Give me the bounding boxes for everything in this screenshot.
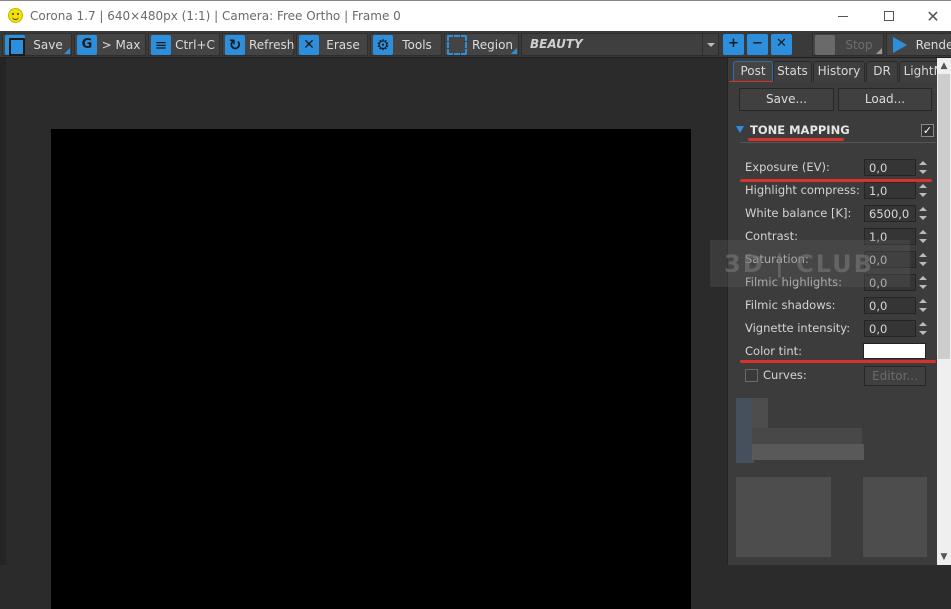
blurred-content: [736, 477, 831, 557]
save-icon: [5, 34, 25, 56]
watermark: 3D | CLUB: [710, 240, 910, 287]
filmic-shadows-input[interactable]: 0,0: [864, 297, 916, 314]
close-button[interactable]: ✕: [910, 1, 951, 31]
close-icon: ✕: [926, 6, 940, 26]
annotation-underline: [748, 138, 844, 141]
erase-button[interactable]: Erase: [296, 33, 368, 56]
exposure-input[interactable]: 0,0: [864, 159, 916, 176]
save-preset-button[interactable]: Save...: [739, 88, 834, 111]
copy-label: Ctrl+C: [175, 37, 215, 52]
max-label: > Max: [101, 37, 141, 52]
play-icon: [889, 35, 909, 55]
saturation-spinner-arrows[interactable]: [918, 251, 928, 268]
collapse-triangle-icon: [736, 126, 744, 133]
tab-dr[interactable]: DR: [866, 61, 898, 82]
zoom-out-button[interactable]: −: [747, 34, 768, 55]
contrast-spinner-arrows[interactable]: [918, 228, 928, 245]
max-icon: [77, 34, 97, 55]
region-button[interactable]: Region: [444, 33, 519, 56]
toolbar: Save > Max Ctrl+C Refresh Erase Tools Re…: [0, 31, 951, 58]
zoom-in-button[interactable]: +: [723, 34, 744, 55]
stop-icon: [815, 34, 835, 55]
blurred-content: [752, 398, 768, 428]
refresh-icon: [225, 34, 245, 55]
chevron-down-icon[interactable]: [702, 34, 718, 55]
refresh-button[interactable]: Refresh: [222, 33, 294, 56]
scroll-down-icon[interactable]: ▼: [939, 552, 949, 562]
color-tint-label: Color tint:: [745, 344, 803, 358]
tab-post[interactable]: Post: [733, 61, 773, 82]
blurred-content: [863, 477, 927, 557]
refresh-label: Refresh: [249, 37, 295, 52]
vignette-intensity-spinner-arrows[interactable]: [918, 320, 928, 337]
annotation-underline: [740, 360, 936, 363]
filmic-shadows-spinner-arrows[interactable]: [918, 297, 928, 314]
curves-editor-button[interactable]: Editor...: [864, 366, 926, 386]
color-tint-swatch[interactable]: [863, 343, 926, 359]
curves-checkbox[interactable]: [745, 369, 758, 382]
tools-button[interactable]: Tools: [370, 33, 442, 56]
filmic-highlights-spinner-arrows[interactable]: [918, 274, 928, 291]
white-balance-label: White balance [K]:: [745, 206, 852, 220]
tab-stats[interactable]: Stats: [773, 61, 812, 82]
window-title: Corona 1.7 | 640×480px (1:1) | Camera: F…: [30, 9, 401, 23]
white-balance-spinner-arrows[interactable]: [918, 205, 928, 222]
smiley-icon: [8, 8, 23, 23]
tone-mapping-header[interactable]: TONE MAPPING: [736, 123, 850, 137]
zoom-fit-icon: ✕: [776, 36, 787, 51]
section-title: TONE MAPPING: [750, 123, 850, 137]
tone-mapping-panel: Save... Load... TONE MAPPING ✓ Exposure …: [728, 82, 938, 565]
copy-button[interactable]: Ctrl+C: [148, 33, 220, 56]
highlight-compress-input[interactable]: 1,0: [864, 182, 916, 199]
vignette-intensity-input[interactable]: 0,0: [864, 320, 916, 337]
highlight-compress-label: Highlight compress:: [745, 183, 860, 197]
filmic-shadows-label: Filmic shadows:: [745, 298, 836, 312]
minimize-icon: [838, 15, 848, 17]
zoom-out-icon: −: [752, 36, 763, 51]
curves-label: Curves:: [763, 368, 807, 382]
white-balance-input[interactable]: 6500,0: [864, 205, 916, 222]
erase-icon: [299, 34, 319, 55]
exposure-spinner-arrows[interactable]: [918, 159, 928, 176]
render-canvas[interactable]: [51, 129, 691, 609]
dropdown-corner-icon: [511, 48, 517, 54]
title-bar: Corona 1.7 | 640×480px (1:1) | Camera: F…: [0, 0, 951, 31]
tools-label: Tools: [402, 37, 432, 52]
tab-history[interactable]: History: [813, 61, 865, 82]
render-pass-select[interactable]: BEAUTY: [521, 33, 719, 56]
panel-tabs: Post Stats History DR LightMix: [728, 58, 951, 82]
panel-scrollbar[interactable]: ▲ ▼: [937, 58, 951, 565]
max-button[interactable]: > Max: [74, 33, 146, 56]
render-viewport: [0, 58, 727, 609]
render-label: Render: [915, 37, 951, 52]
gear-icon: [373, 34, 393, 55]
maximize-icon: [884, 11, 894, 21]
save-button[interactable]: Save: [2, 33, 72, 56]
minimize-button[interactable]: [820, 1, 866, 31]
scroll-thumb[interactable]: [938, 74, 950, 359]
maximize-button[interactable]: [866, 1, 912, 31]
render-button[interactable]: Render: [886, 33, 951, 56]
copy-icon: [151, 34, 171, 55]
blurred-content: [752, 428, 862, 444]
render-pass-value: BEAUTY: [530, 37, 583, 51]
highlight-compress-spinner-arrows[interactable]: [918, 182, 928, 199]
erase-label: Erase: [326, 37, 360, 52]
region-icon: [447, 34, 467, 55]
vignette-intensity-label: Vignette intensity:: [745, 321, 851, 335]
blurred-content: [752, 444, 864, 460]
scroll-up-icon[interactable]: ▲: [939, 61, 949, 71]
dropdown-corner-icon: [876, 48, 882, 54]
dropdown-corner-icon: [64, 48, 70, 54]
section-divider: [740, 142, 936, 143]
zoom-in-icon: +: [728, 36, 739, 51]
stop-button[interactable]: Stop: [812, 33, 884, 56]
tone-mapping-enable-checkbox[interactable]: ✓: [921, 124, 934, 137]
exposure-label: Exposure (EV):: [745, 160, 830, 174]
load-preset-button[interactable]: Load...: [838, 88, 932, 111]
zoom-fit-button[interactable]: ✕: [771, 34, 792, 55]
post-panel: Post Stats History DR LightMix Save... L…: [727, 58, 951, 565]
